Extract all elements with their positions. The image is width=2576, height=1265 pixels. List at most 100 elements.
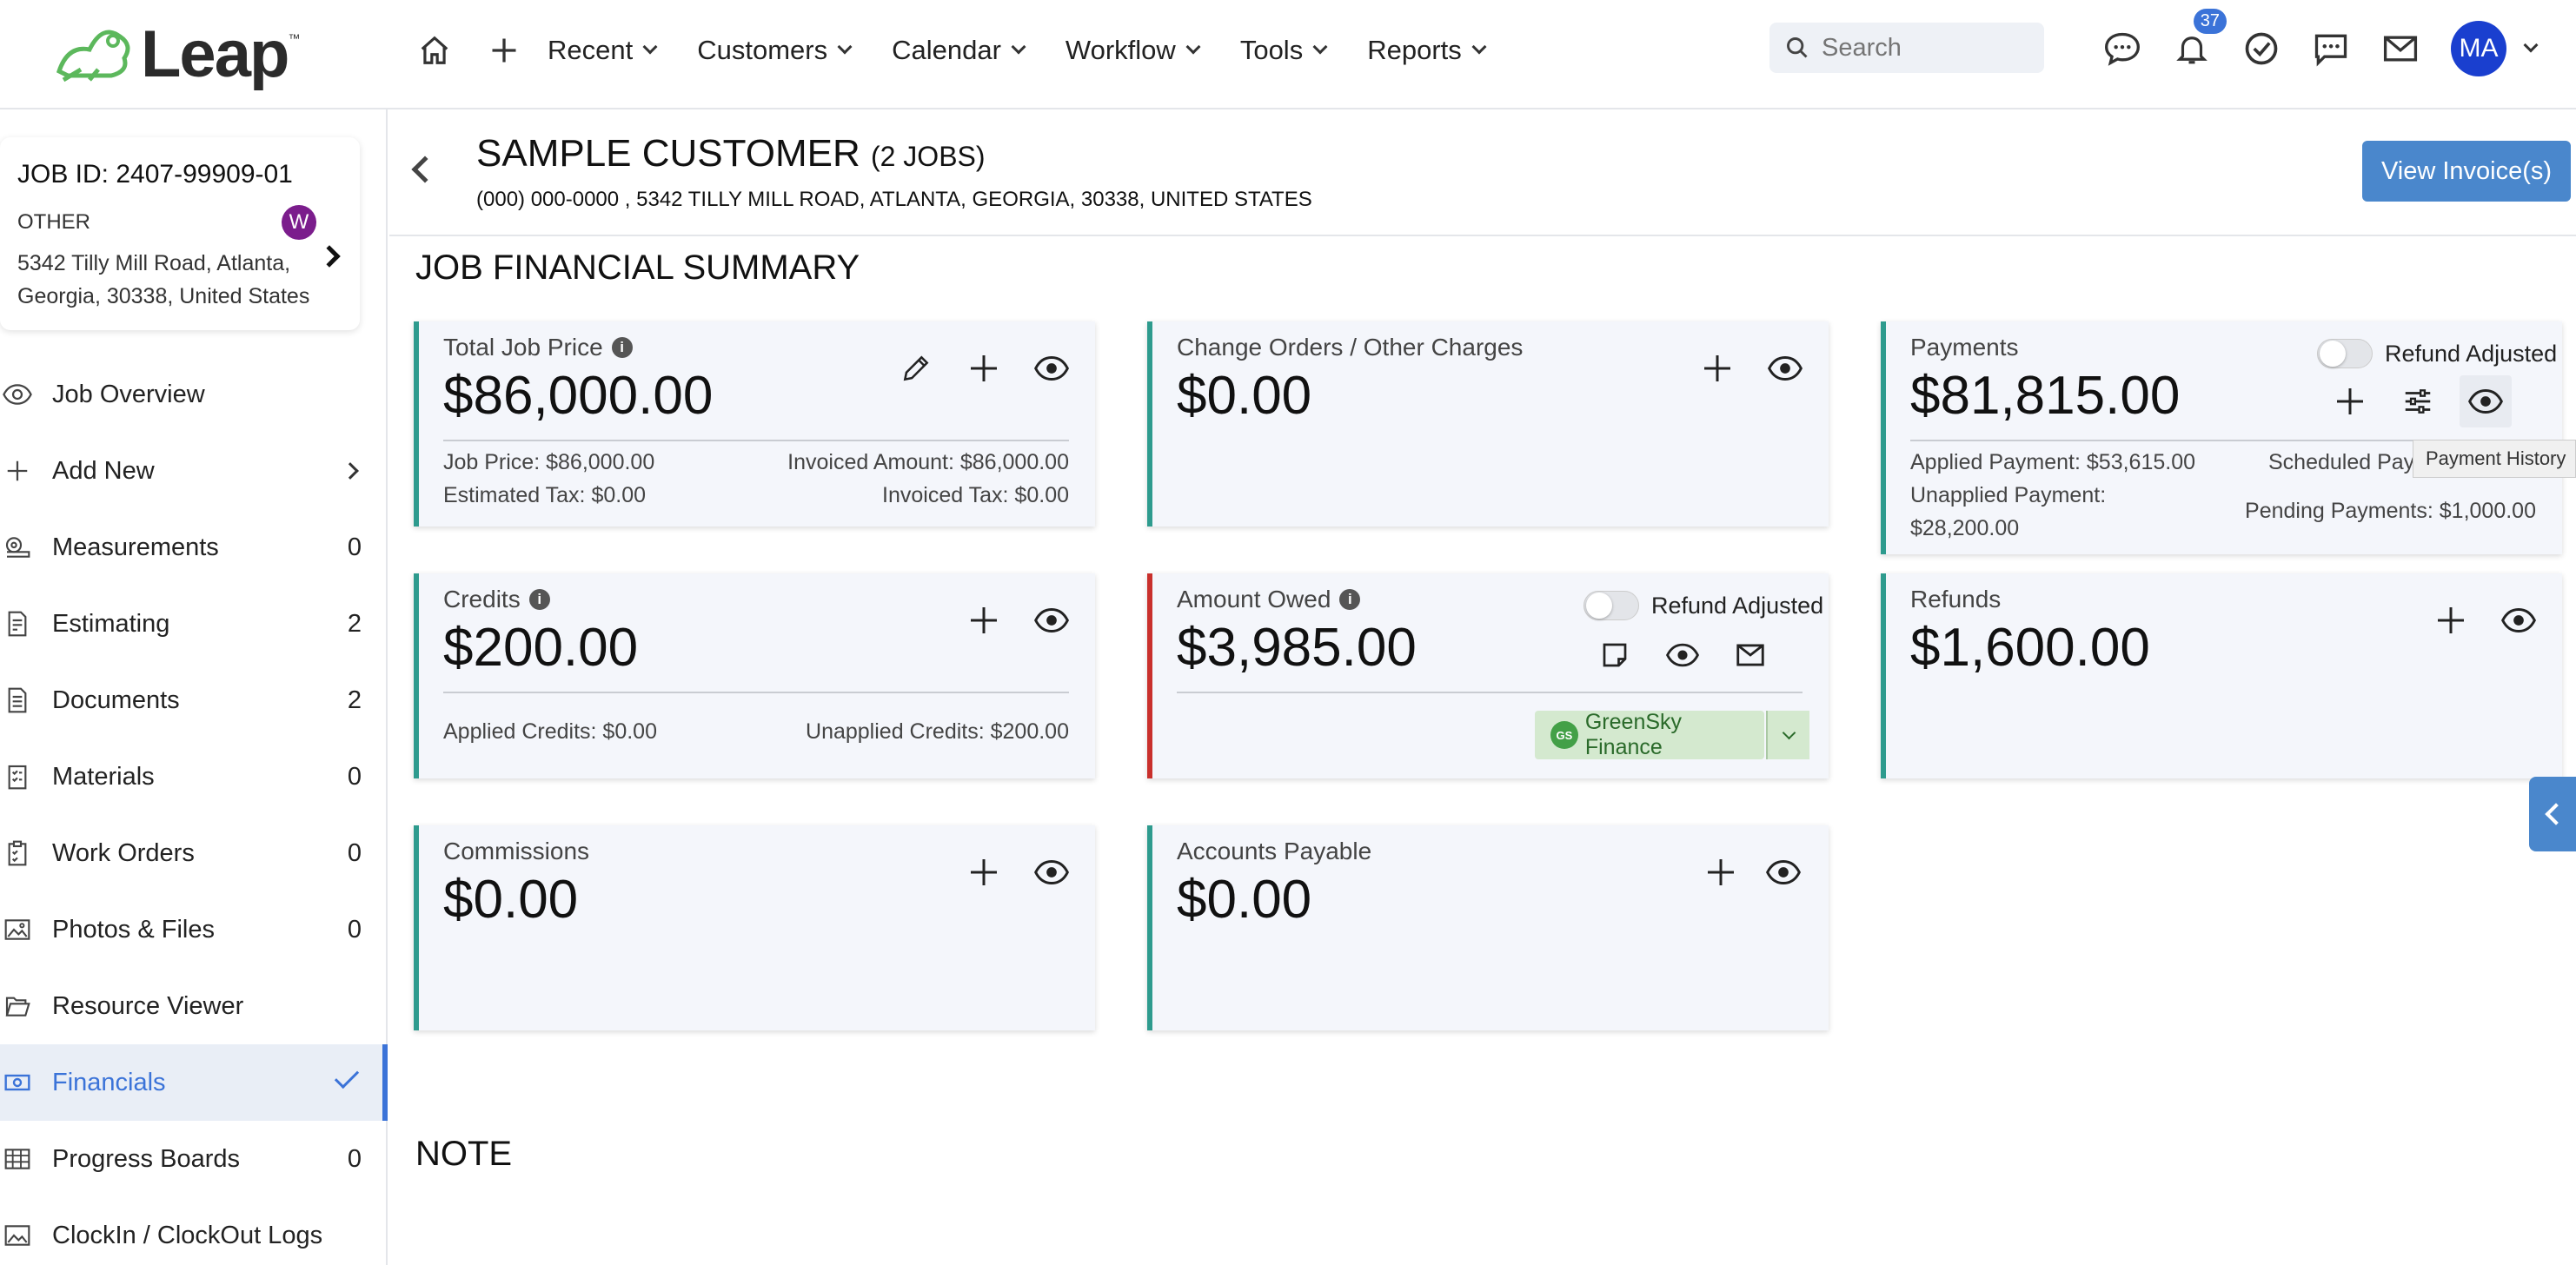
checkmark-icon bbox=[334, 1063, 360, 1089]
sidebar-item-label: Estimating bbox=[52, 609, 170, 638]
frog-logo-icon bbox=[56, 30, 130, 83]
chevron-down-icon[interactable] bbox=[2523, 37, 2539, 53]
logo-trademark: ™ bbox=[288, 31, 301, 45]
sidebar-item-label: Progress Boards bbox=[52, 1144, 240, 1173]
logo-text: Leap bbox=[141, 17, 289, 91]
plus-icon bbox=[0, 454, 35, 488]
info-icon[interactable]: i bbox=[528, 589, 550, 610]
card-amount: $81,815.00 bbox=[1910, 366, 2181, 426]
eye-icon[interactable] bbox=[1662, 634, 1703, 676]
task-check-icon[interactable] bbox=[2234, 21, 2289, 76]
nav-reports[interactable]: Reports bbox=[1367, 35, 1487, 66]
card-commissions: Commissions $0.00 bbox=[414, 825, 1095, 1030]
collapse-panel-chevron-icon[interactable] bbox=[2529, 777, 2576, 851]
bell-icon[interactable]: 37 bbox=[2164, 9, 2227, 76]
plus-icon[interactable] bbox=[963, 348, 1005, 389]
plus-icon[interactable] bbox=[2430, 599, 2472, 641]
plus-icon[interactable] bbox=[1700, 851, 1742, 893]
invoiced-tax-line: Invoiced Tax: $0.00 bbox=[882, 483, 1069, 507]
add-icon[interactable] bbox=[478, 24, 530, 76]
sidebar-item-financials[interactable]: Financials bbox=[0, 1044, 388, 1121]
refund-adjusted-label: Refund Adjusted bbox=[2385, 341, 2558, 367]
sidebar-item-label: Job Overview bbox=[52, 380, 205, 408]
money-icon bbox=[0, 1065, 35, 1100]
leap-logo[interactable]: Leap ™ bbox=[50, 10, 300, 97]
card-label: Total Job Price i bbox=[443, 334, 633, 361]
card-credits: Credits i $200.00 Applied Credits: $0.00 … bbox=[414, 573, 1095, 778]
sidebar-item-resource-viewer[interactable]: Resource Viewer bbox=[0, 968, 388, 1044]
email-send-icon[interactable] bbox=[1730, 634, 1771, 676]
card-accounts-payable: Accounts Payable $0.00 bbox=[1147, 825, 1829, 1030]
info-icon[interactable]: i bbox=[611, 337, 633, 358]
pencil-icon[interactable] bbox=[895, 348, 937, 389]
info-icon[interactable]: i bbox=[1339, 589, 1361, 610]
payment-history-tooltip: Payment History bbox=[2413, 440, 2576, 478]
sidebar-item-clock-logs[interactable]: ClockIn / ClockOut Logs bbox=[0, 1197, 388, 1265]
card-amount: $200.00 bbox=[443, 618, 639, 678]
customer-contact: (000) 000-0000 , 5342 TILLY MILL ROAD, A… bbox=[476, 188, 1312, 211]
plus-icon[interactable] bbox=[963, 851, 1005, 893]
eye-icon[interactable] bbox=[2460, 375, 2512, 427]
plus-icon[interactable] bbox=[2329, 381, 2371, 422]
sidebar-item-add-new[interactable]: Add New bbox=[0, 433, 388, 509]
sidebar-menu: Job Overview Add New Measurements 0 Esti… bbox=[0, 356, 388, 1265]
sidebar-item-count: 0 bbox=[347, 762, 362, 791]
message-icon[interactable] bbox=[2303, 21, 2359, 76]
plus-icon[interactable] bbox=[963, 599, 1005, 641]
chevron-down-icon bbox=[1185, 39, 1201, 55]
card-change-orders: Change Orders / Other Charges $0.00 bbox=[1147, 321, 1829, 527]
sidebar-item-materials[interactable]: Materials 0 bbox=[0, 738, 388, 815]
job-card[interactable]: JOB ID: 2407-99909-01 OTHER 5342 Tilly M… bbox=[0, 137, 360, 330]
sidebar-item-photos-files[interactable]: Photos & Files 0 bbox=[0, 891, 388, 968]
sidebar-item-label: ClockIn / ClockOut Logs bbox=[52, 1221, 323, 1249]
header-divider bbox=[389, 235, 2576, 236]
sidebar-item-estimating[interactable]: Estimating 2 bbox=[0, 586, 388, 662]
sidebar-item-documents[interactable]: Documents 2 bbox=[0, 662, 388, 738]
home-icon[interactable] bbox=[408, 24, 461, 76]
card-amount: $0.00 bbox=[443, 870, 579, 930]
nav-tools-label: Tools bbox=[1239, 35, 1304, 65]
nav-workflow[interactable]: Workflow bbox=[1066, 35, 1201, 66]
eye-icon[interactable] bbox=[1763, 851, 1804, 893]
scheduled-payment-line: Scheduled Pay bbox=[2268, 450, 2415, 474]
plus-icon[interactable] bbox=[1696, 348, 1738, 389]
sidebar-item-count: 0 bbox=[347, 1144, 362, 1173]
sidebar-item-label: Documents bbox=[52, 685, 180, 714]
note-icon[interactable] bbox=[1594, 634, 1636, 676]
refund-adjusted-label: Refund Adjusted bbox=[1651, 593, 1824, 619]
sidebar-item-measurements[interactable]: Measurements 0 bbox=[0, 509, 388, 586]
folder-open-icon bbox=[0, 989, 35, 1023]
sidebar-item-progress-boards[interactable]: Progress Boards 0 bbox=[0, 1121, 388, 1197]
eye-icon[interactable] bbox=[1764, 348, 1806, 389]
eye-icon[interactable] bbox=[1031, 599, 1072, 641]
mail-icon[interactable] bbox=[2373, 21, 2428, 76]
sliders-icon[interactable] bbox=[2397, 381, 2439, 422]
nav-calendar[interactable]: Calendar bbox=[892, 35, 1026, 66]
back-chevron-icon[interactable] bbox=[411, 156, 439, 183]
eye-icon[interactable] bbox=[1031, 348, 1072, 389]
eye-icon[interactable] bbox=[2498, 599, 2539, 641]
nav-customers[interactable]: Customers bbox=[697, 35, 853, 66]
refund-adjusted-toggle[interactable] bbox=[2317, 339, 2373, 368]
card-label-text: Total Job Price bbox=[443, 334, 603, 361]
greensky-finance-button[interactable]: GS GreenSky Finance bbox=[1535, 710, 1764, 759]
refund-adjusted-toggle[interactable] bbox=[1583, 591, 1639, 620]
sidebar-item-label: Financials bbox=[52, 1068, 166, 1096]
sidebar-item-job-overview[interactable]: Job Overview bbox=[0, 356, 388, 433]
nav-tools[interactable]: Tools bbox=[1239, 35, 1328, 66]
user-avatar[interactable]: MA bbox=[2451, 21, 2506, 76]
chevron-down-icon bbox=[642, 39, 658, 55]
view-invoices-button[interactable]: View Invoice(s) bbox=[2362, 141, 2571, 202]
chevron-down-icon bbox=[1011, 39, 1026, 55]
image-icon bbox=[0, 912, 35, 947]
search-box[interactable] bbox=[1769, 23, 2044, 73]
search-input[interactable] bbox=[1822, 33, 2030, 63]
sidebar-item-work-orders[interactable]: Work Orders 0 bbox=[0, 815, 388, 891]
nav-recent[interactable]: Recent bbox=[548, 35, 658, 66]
greensky-dropdown-chevron-icon[interactable] bbox=[1766, 711, 1809, 759]
eye-icon[interactable] bbox=[1031, 851, 1072, 893]
checklist-icon bbox=[0, 759, 35, 794]
chat-bubble-icon[interactable] bbox=[2095, 21, 2150, 76]
chevron-down-icon bbox=[837, 39, 853, 55]
card-divider bbox=[1177, 692, 1803, 693]
